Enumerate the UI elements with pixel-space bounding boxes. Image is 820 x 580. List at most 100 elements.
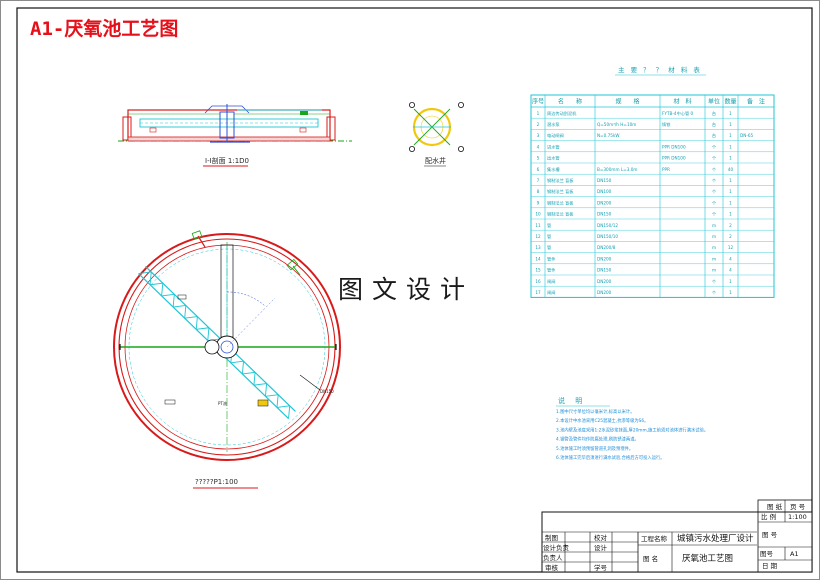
table-cell: 12 [535, 234, 541, 239]
table-cell: DN-65 [740, 133, 754, 138]
table-cell: 个 [712, 189, 717, 194]
well-pipe-sw [408, 145, 415, 152]
tb-review-label: 审核 [545, 563, 559, 572]
table-cell: 15 [535, 268, 541, 273]
table-cell: 4 [729, 268, 732, 273]
table-cell: 进水管 [547, 143, 560, 150]
table-cell: 管件 [547, 267, 555, 274]
table-header-cell: 名 称 [558, 98, 582, 106]
truss-diagonal [195, 316, 198, 330]
table-cell: 14 [535, 256, 541, 261]
sheet-title: A1-厌氧池工艺图 [30, 17, 178, 40]
table-header-cell: 单位 [708, 98, 720, 106]
table-cell: 2 [729, 234, 732, 239]
tb-drawing-name: 厌氧池工艺图 [682, 553, 733, 564]
table-cell: 个 [712, 167, 717, 172]
table-cell: 1 [729, 200, 732, 205]
table-cell: 8 [537, 189, 540, 194]
plan-view: DN150 PT流 [113, 230, 341, 461]
table-header-cell: 规 格 [615, 98, 639, 106]
truss-diagonal [253, 372, 256, 386]
table-cell: DN200 [597, 290, 612, 295]
table-cell: 10 [535, 212, 541, 217]
table-cell: 3 [537, 133, 540, 138]
table-cell: 钢制法兰 盲板 [547, 199, 574, 206]
section-view [118, 104, 352, 143]
tb-pages-label: 页 号 [790, 503, 806, 511]
table-cell: 闸阀 [547, 289, 555, 296]
drawing-canvas: A1-厌氧池工艺图 图文设计 I-I剖面 1:1D0 配水井 DN150 PT流… [0, 0, 820, 580]
truss-diagonal [253, 383, 267, 386]
section-drive-motor [300, 111, 308, 115]
table-cell: PPR DN100 [662, 156, 686, 161]
materials-table-title: 主 要 ？ ？ 材 料 表 [618, 65, 702, 74]
table-cell: 1 [729, 290, 732, 295]
truss-diagonal [161, 283, 164, 296]
table-cell: 钢制法兰 盲板 [547, 188, 574, 195]
table-cell: 12 [728, 245, 734, 250]
tb-student-label: 学号 [594, 563, 608, 572]
table-frame [530, 94, 775, 298]
note-line: 5.池体施工时须预留管道孔洞及预埋件。 [556, 445, 633, 452]
table-cell: DN150 [597, 178, 612, 183]
truss-diagonal [264, 383, 268, 397]
table-cell: PPR DN100 [662, 144, 686, 149]
table-cell: PPR [662, 167, 670, 172]
truss-diagonal [265, 394, 279, 397]
table-cell: 1 [729, 133, 732, 138]
table-cell: 潜水泵 [547, 121, 560, 128]
table-cell: 2 [537, 122, 540, 127]
table-cell: FYTB-4中心管 0 [662, 110, 693, 117]
notes-title: 说 明 [558, 396, 586, 405]
table-cell: 钢制法兰 盲板 [547, 177, 574, 184]
truss-diagonal [138, 271, 152, 275]
table-cell: DN200 [597, 256, 612, 261]
table-cell: 钢制法兰 盲板 [547, 211, 574, 218]
table-cell: 1 [729, 156, 732, 161]
table-cell: DN200 [597, 279, 612, 284]
table-cell: 闸阀 [547, 278, 555, 285]
table-cell: 2 [729, 223, 732, 228]
truss-diagonal [161, 293, 175, 297]
tb-project-label: 工程名称 [641, 534, 668, 543]
table-cell: 1 [729, 178, 732, 183]
section-pipe-stub-right [299, 127, 307, 133]
table-cell: 管 [547, 222, 551, 229]
table-cell: 个 [712, 200, 717, 205]
note-line: 2.本设计中水池采用C25混凝土,抗渗等级为S6。 [556, 417, 648, 424]
table-cell: DN200/8 [597, 245, 616, 250]
well-pipe-nw [408, 102, 415, 109]
tb-drawing-name-label: 图 名 [643, 554, 658, 563]
truss-diagonal [172, 294, 175, 308]
section-tank-outline [127, 109, 331, 141]
table-cell: 个 [712, 279, 717, 284]
truss-diagonal [288, 405, 291, 419]
table-cell: 13 [535, 245, 541, 250]
table-cell: 个 [712, 144, 717, 149]
plan-pt-label: PT流 [218, 400, 227, 406]
truss-diagonal [184, 316, 198, 319]
tb-design-label: 设计 [594, 543, 608, 552]
tb-date-label: 日 期 [762, 562, 778, 570]
table-cell: 周边传动刮泥机 [547, 110, 577, 117]
table-cell: 1 [729, 279, 732, 284]
table-cell: 17 [535, 290, 541, 295]
drawing-sheet: A1-厌氧池工艺图 图文设计 I-I剖面 1:1D0 配水井 DN150 PT流… [0, 0, 820, 580]
plan-dn-label: DN150 [320, 389, 334, 394]
table-cell: 6 [537, 167, 540, 172]
table-cell: 个 [712, 178, 717, 183]
tb-check-label: 校对 [594, 533, 608, 542]
plan-inlet-pipe [204, 339, 220, 355]
truss-diagonal [230, 360, 244, 364]
table-cell: 铸铁 [662, 121, 671, 128]
table-cell: 台 [712, 121, 716, 128]
table-cell: 集水槽 [547, 166, 560, 173]
table-cell: 40 [728, 167, 734, 172]
tb-drawn-label: 制图 [545, 533, 558, 542]
table-cell: m [712, 234, 716, 239]
notes-block: 1.图中尺寸单位均以毫米计,标高以米计。 2.本设计中水池采用C25混凝土,抗渗等… [556, 405, 708, 461]
table-cell: DN150 [597, 212, 612, 217]
table-cell: 1 [729, 111, 732, 116]
table-cell: 9 [537, 200, 540, 205]
truss-diagonal [276, 394, 279, 408]
